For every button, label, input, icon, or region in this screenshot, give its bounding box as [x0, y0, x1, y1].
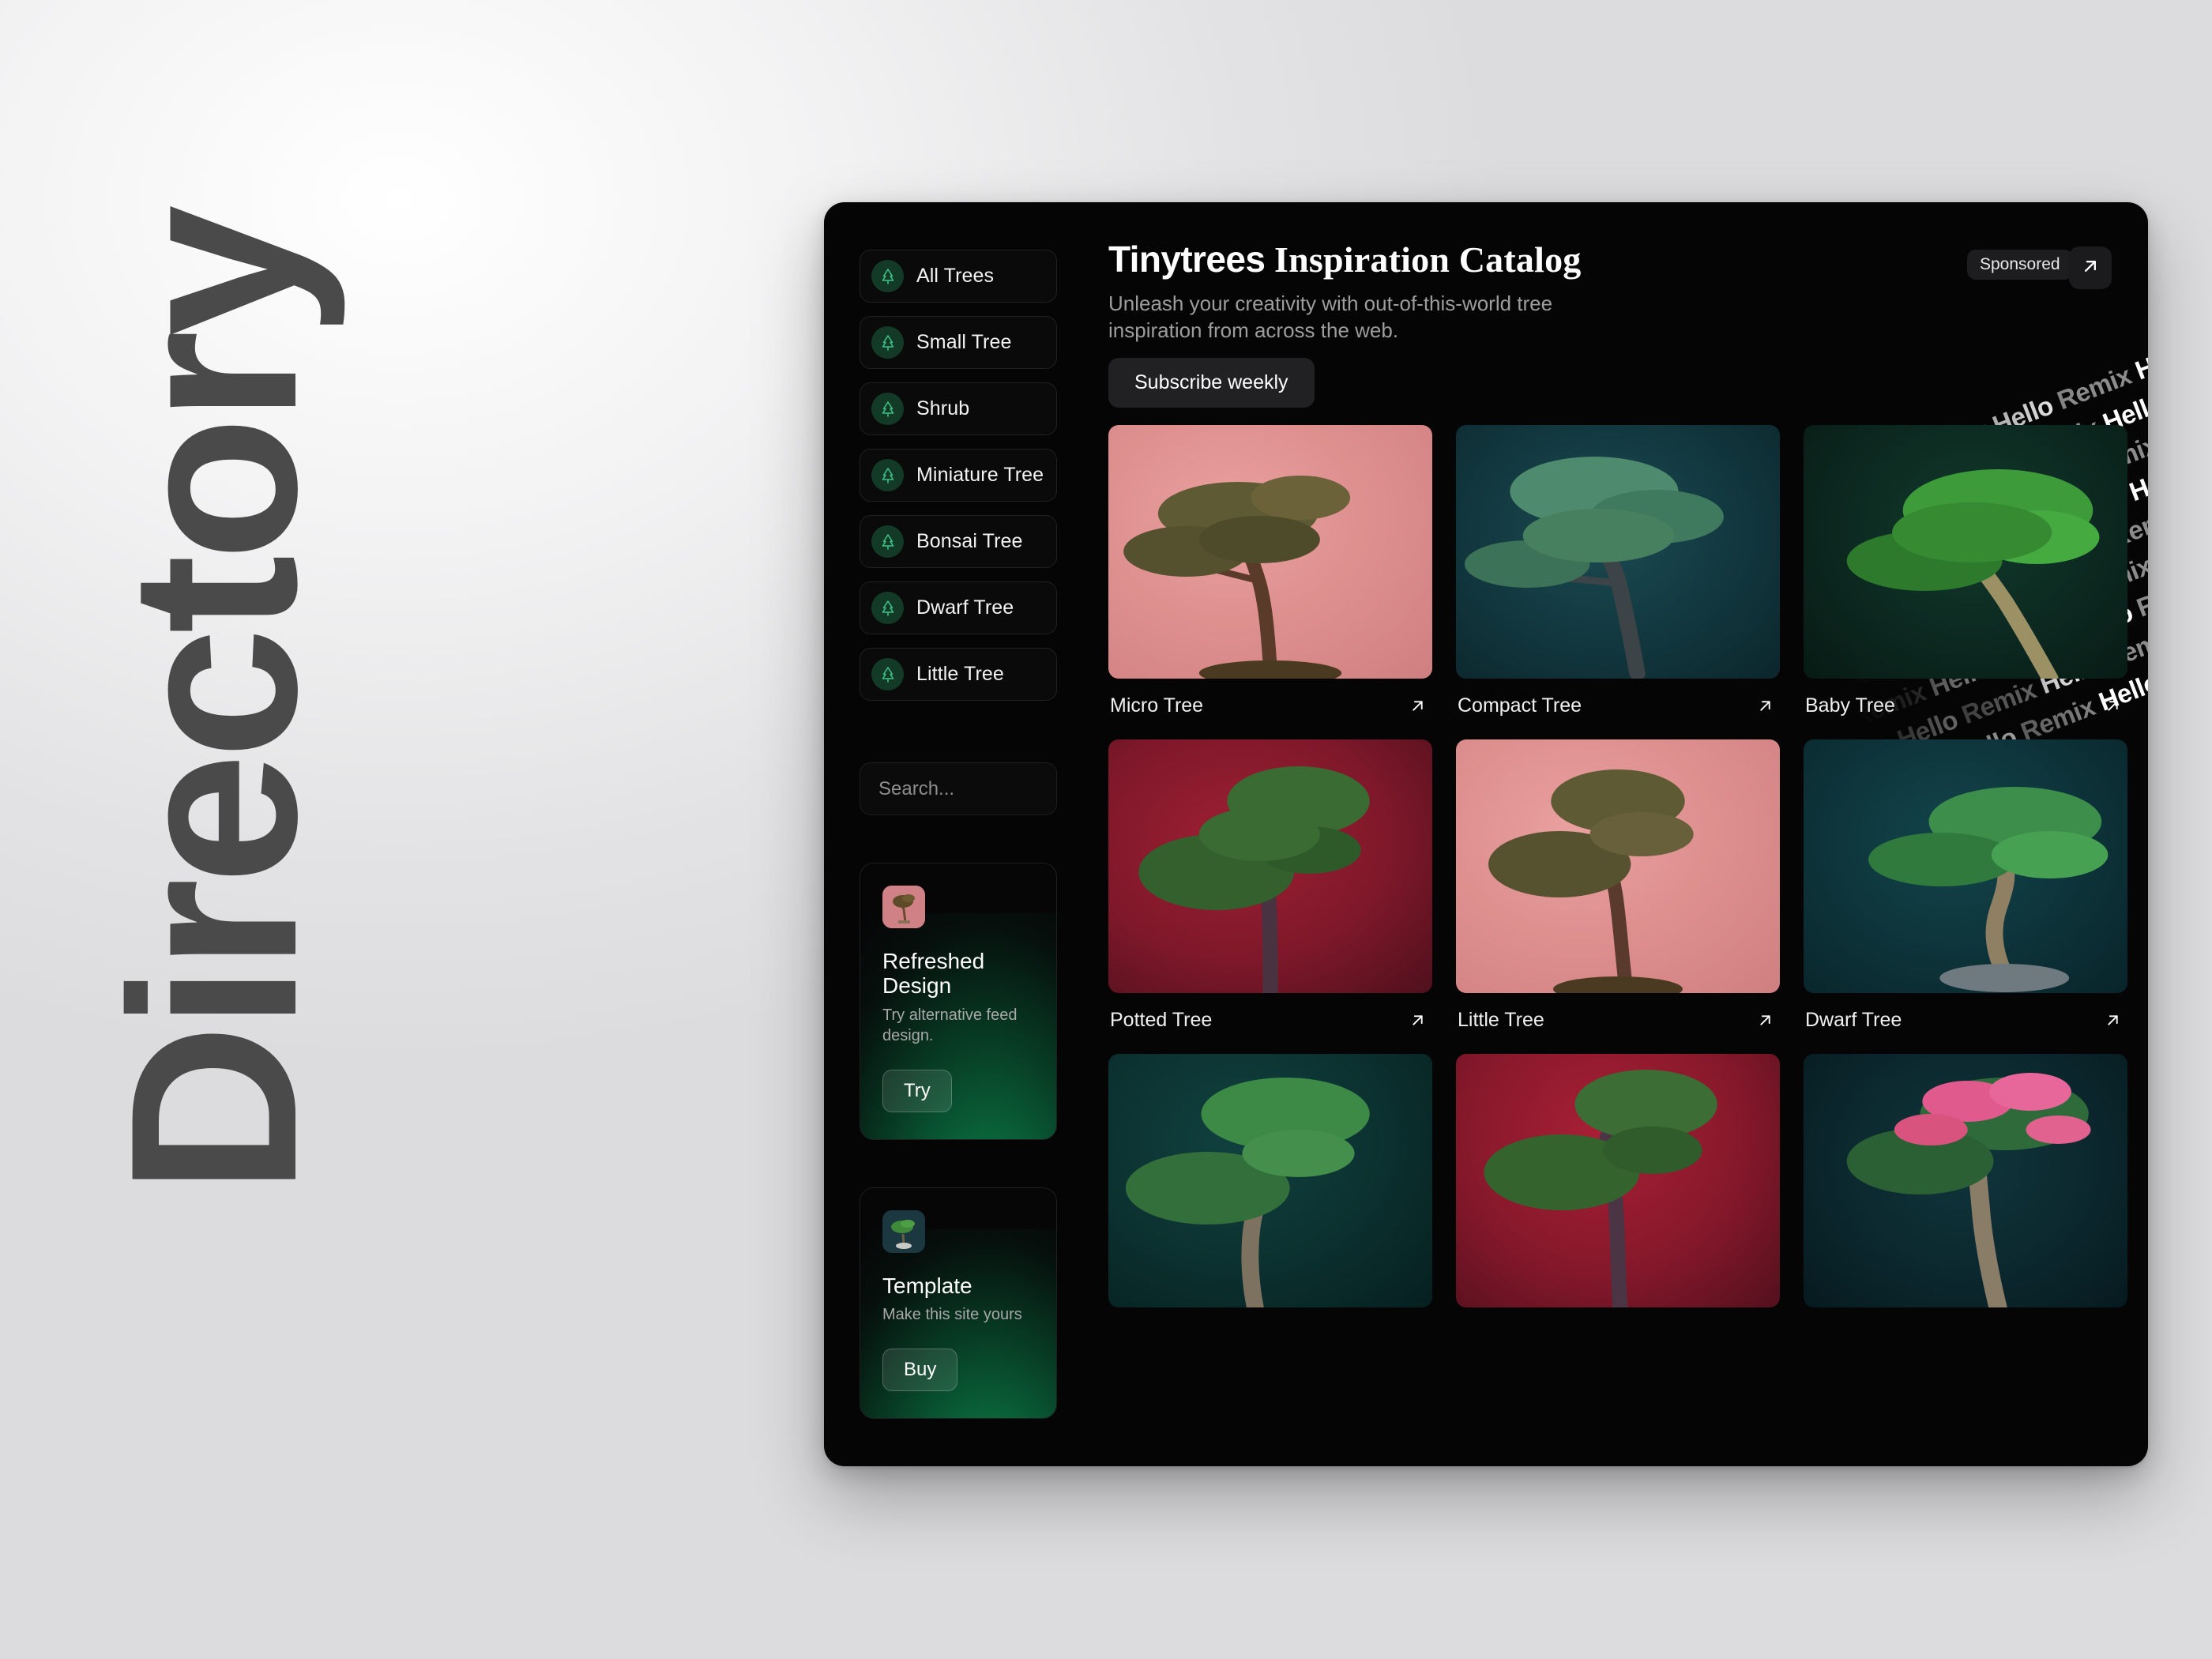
bonsai-tree-image	[1456, 425, 1780, 679]
promo-subtitle: Try alternative feed design.	[882, 1006, 1018, 1044]
teal-bonsai-thumb-icon	[882, 1209, 925, 1253]
tree-card[interactable]: Micro Tree	[1108, 425, 1432, 739]
sidebar-item-label: All Trees	[916, 265, 995, 287]
sidebar-item-miniature-tree[interactable]: Miniature Tree	[860, 449, 1057, 502]
promo-card-refreshed-design[interactable]: Refreshed Design Try alternative feed de…	[860, 863, 1057, 1140]
tree-thumbnail[interactable]	[1804, 739, 2127, 993]
arrow-up-right-icon	[2079, 255, 2101, 281]
bonsai-tree-image	[1804, 739, 2127, 993]
tree-icon	[871, 592, 904, 624]
tree-thumbnail[interactable]	[1108, 1054, 1432, 1307]
arrow-up-right-icon[interactable]	[2103, 1010, 2123, 1030]
arrow-up-right-icon[interactable]	[1755, 1010, 1775, 1030]
buy-button[interactable]: Buy	[882, 1349, 958, 1392]
promo-card-template[interactable]: Template Make this site yours Buy	[860, 1187, 1057, 1420]
arrow-up-right-icon[interactable]	[1408, 696, 1428, 716]
sidebar-item-shrub[interactable]: Shrub	[860, 382, 1057, 435]
promo-title: Template	[882, 1273, 972, 1298]
tree-thumbnail[interactable]	[1108, 739, 1432, 993]
tree-card-meta: Dwarf Tree	[1804, 993, 2127, 1054]
tree-thumbnail[interactable]	[1804, 425, 2127, 679]
tree-card[interactable]: Potted Tree	[1108, 739, 1432, 1054]
header: Tinytrees Inspiration Catalog Unleash yo…	[1108, 239, 2127, 408]
arrow-up-right-icon[interactable]	[1408, 1010, 1428, 1030]
search-box[interactable]	[860, 762, 1144, 815]
remix-word: Remix	[2132, 567, 2148, 623]
tree-icon	[871, 459, 904, 491]
sidebar-item-label: Little Tree	[916, 663, 1004, 685]
bonsai-tree-image	[1456, 739, 1780, 993]
tree-card-meta	[1804, 1307, 2127, 1365]
tree-card-meta: Micro Tree	[1108, 679, 1432, 739]
promo-subtitle: Make this site yours	[882, 1306, 1022, 1324]
bonsai-tree-image	[1108, 1054, 1432, 1307]
sidebar-item-dwarf-tree[interactable]: Dwarf Tree	[860, 581, 1057, 634]
sidebar-item-label: Bonsai Tree	[916, 530, 1023, 552]
tree-card[interactable]: Compact Tree	[1456, 425, 1780, 739]
main-content: Hello Remix Hello Remix Hello Remix Hell…	[1055, 202, 2148, 1466]
tree-card[interactable]	[1108, 1054, 1432, 1365]
arrow-up-right-icon[interactable]	[1755, 696, 1775, 716]
tree-card-meta: Baby Tree	[1804, 679, 2127, 739]
sidebar-item-little-tree[interactable]: Little Tree	[860, 648, 1057, 701]
tree-card-meta: Compact Tree	[1456, 679, 1780, 739]
tree-grid: Micro Tree Compact Tree Baby Tree Potted…	[1108, 425, 2127, 1365]
arrow-up-right-icon[interactable]	[2103, 696, 2123, 716]
tree-card-meta: Potted Tree	[1108, 993, 1432, 1054]
tree-card-label: Baby Tree	[1805, 694, 1895, 717]
sidebar-item-label: Shrub	[916, 397, 970, 419]
app-window: All Trees Small Tree Shrub Miniature Tre…	[824, 202, 2148, 1466]
hello-word: Hello	[2131, 335, 2148, 386]
hello-word: Hello	[2125, 457, 2148, 506]
tree-card-label: Micro Tree	[1110, 694, 1204, 717]
tree-icon	[871, 393, 904, 425]
try-button[interactable]: Try	[882, 1069, 952, 1112]
tree-thumbnail[interactable]	[1456, 1054, 1780, 1307]
tree-card-label: Dwarf Tree	[1805, 1009, 1902, 1031]
page-title-brand: Tinytrees	[1108, 239, 1266, 280]
tree-card[interactable]	[1456, 1054, 1780, 1365]
tree-thumbnail[interactable]	[1456, 425, 1780, 679]
tree-thumbnail[interactable]	[1804, 1054, 2127, 1307]
bonsai-tree-image	[1108, 425, 1432, 679]
tree-icon	[871, 525, 904, 558]
tree-card-meta	[1108, 1307, 1432, 1365]
sidebar: All Trees Small Tree Shrub Miniature Tre…	[824, 202, 1144, 1466]
sidebar-item-label: Dwarf Tree	[916, 596, 1014, 619]
open-external-button[interactable]	[2069, 246, 2112, 289]
sidebar-item-bonsai-tree[interactable]: Bonsai Tree	[860, 515, 1057, 568]
tree-card-meta: Little Tree	[1456, 993, 1780, 1054]
bonsai-tree-image	[1456, 1054, 1780, 1307]
sidebar-item-label: Small Tree	[916, 331, 1012, 353]
tree-card[interactable]: Dwarf Tree	[1804, 739, 2127, 1054]
tree-icon	[871, 658, 904, 690]
tree-card[interactable]: Little Tree	[1456, 739, 1780, 1054]
pink-bonsai-thumb-icon	[882, 886, 925, 928]
tree-thumbnail[interactable]	[1456, 739, 1780, 993]
tree-card-label: Little Tree	[1458, 1009, 1544, 1031]
tree-card-label: Compact Tree	[1458, 694, 1582, 717]
sidebar-item-label: Miniature Tree	[916, 464, 1044, 486]
subscribe-button[interactable]: Subscribe weekly	[1108, 358, 1315, 408]
status-badge: Sponsored	[1967, 250, 2073, 280]
tree-card[interactable]: Baby Tree	[1804, 425, 2127, 739]
page-title-rest: Inspiration Catalog	[1265, 239, 1582, 280]
tree-card-meta	[1456, 1307, 1780, 1365]
page-subtitle: Unleash your creativity with out-of-this…	[1108, 291, 1553, 342]
tree-icon	[871, 326, 904, 359]
tree-thumbnail[interactable]	[1108, 425, 1432, 679]
promo-title: Refreshed Design	[882, 949, 985, 999]
tree-card[interactable]	[1804, 1054, 2127, 1365]
tree-icon	[871, 260, 904, 292]
directory-wordmark: Directory	[81, 211, 346, 1195]
sidebar-item-all-trees[interactable]: All Trees	[860, 250, 1057, 303]
bonsai-tree-image	[1804, 1054, 2127, 1307]
sidebar-item-small-tree[interactable]: Small Tree	[860, 316, 1057, 369]
bonsai-tree-image	[1804, 425, 2127, 679]
tree-card-label: Potted Tree	[1110, 1009, 1213, 1031]
bonsai-tree-image	[1108, 739, 1432, 993]
